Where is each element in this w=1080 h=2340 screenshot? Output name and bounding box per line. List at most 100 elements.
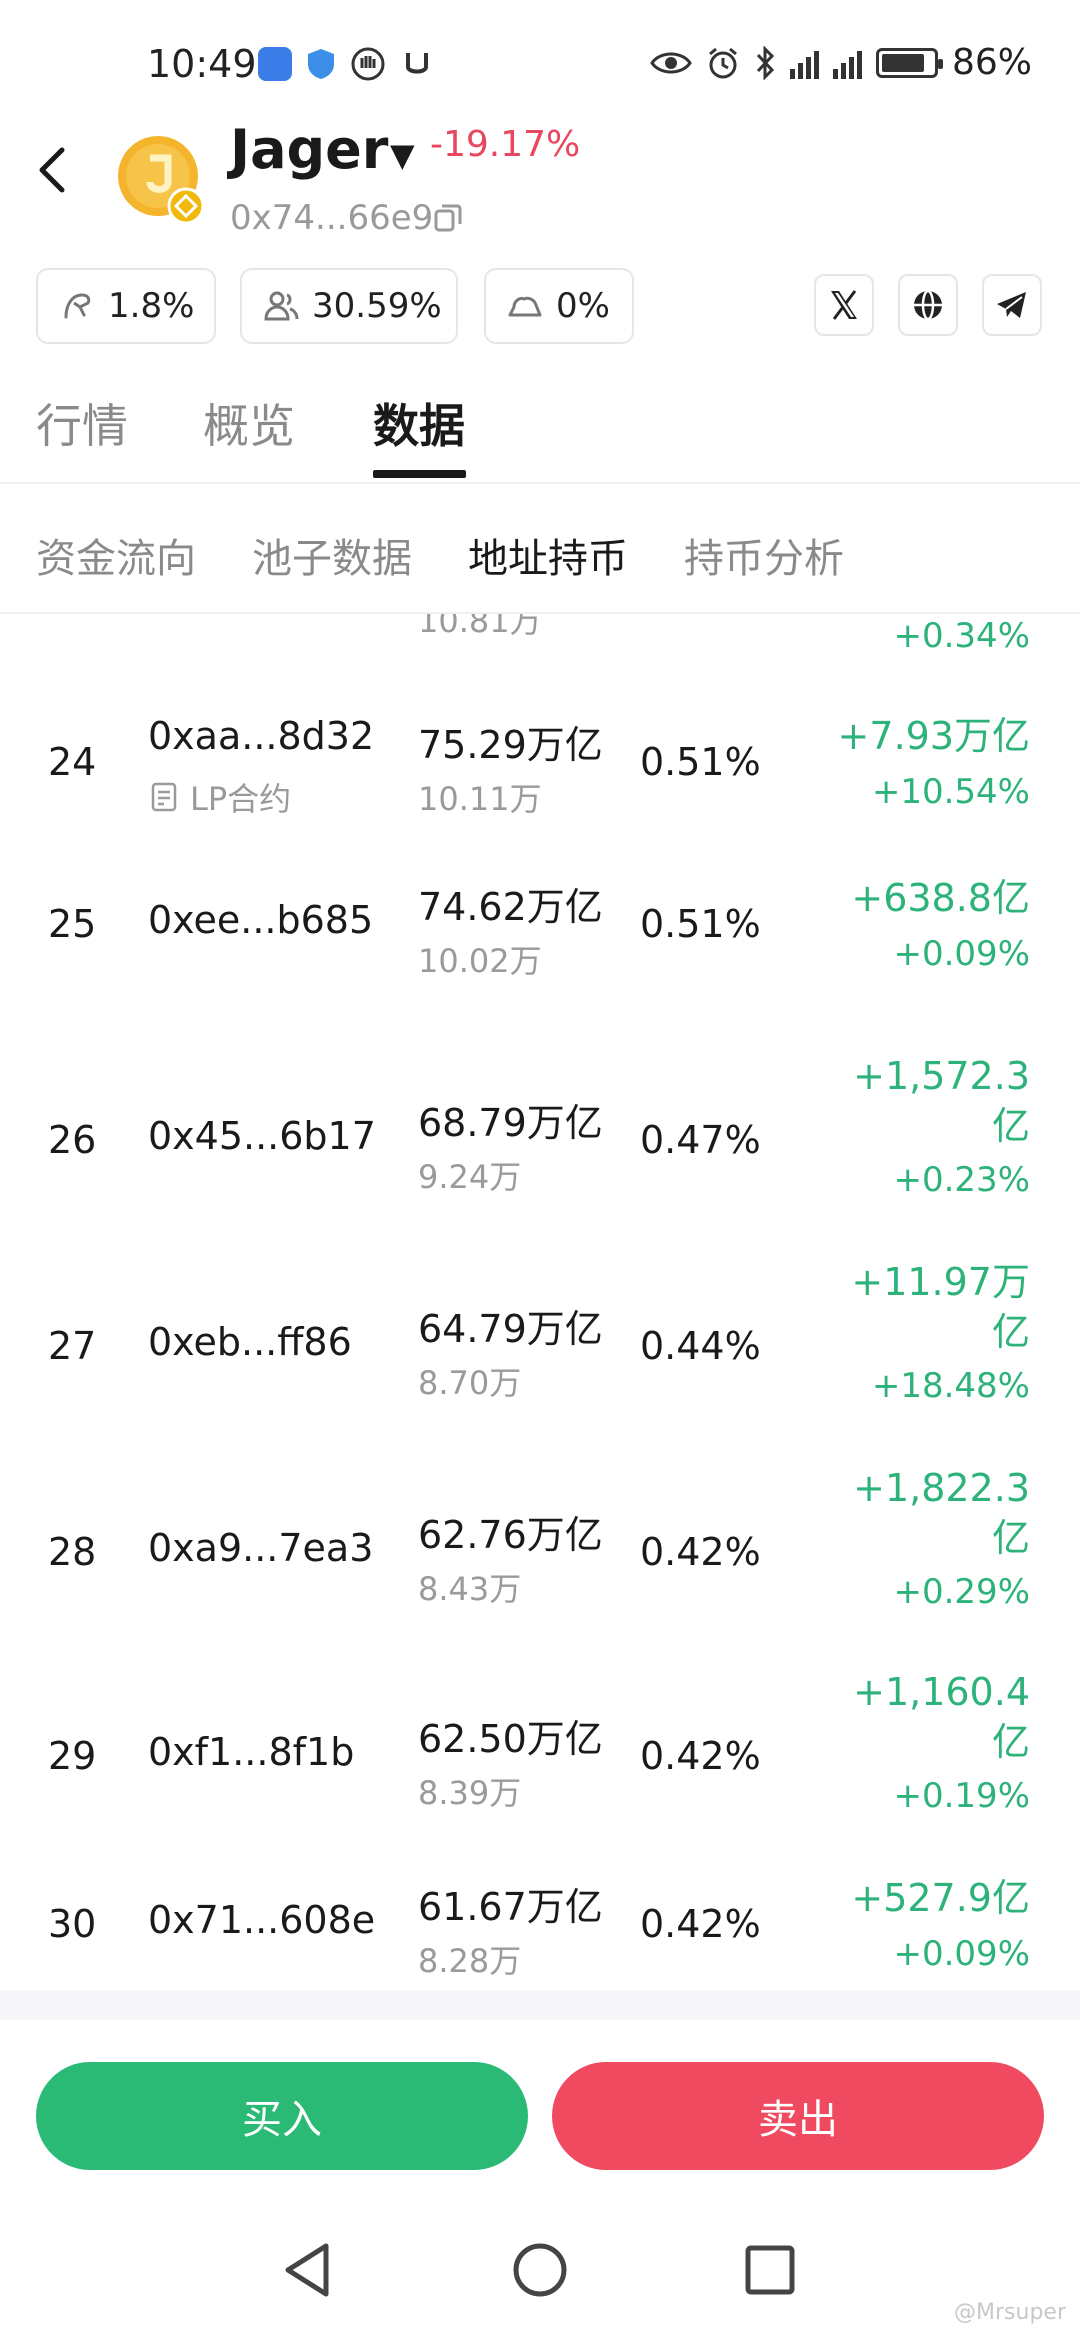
row-rank: 28	[48, 1530, 97, 1574]
cloud-hat-icon	[508, 296, 542, 317]
row-address[interactable]: 0xeb...ff86	[148, 1320, 352, 1364]
row-rank: 29	[48, 1734, 97, 1778]
row-amount: 68.79万亿	[418, 1101, 603, 1145]
row-address[interactable]: 0x45...6b17	[148, 1114, 376, 1158]
row-share: 0.47%	[640, 1118, 761, 1162]
nav-recents-icon[interactable]	[742, 2240, 798, 2300]
row-rank: 26	[48, 1118, 97, 1162]
stat-value-3: 0%	[556, 286, 610, 326]
table-bottom-shadow	[0, 1990, 1080, 2020]
lp-contract-label: LP合约	[190, 780, 292, 818]
row-change-pct: +0.09%	[893, 1934, 1031, 1974]
token-name[interactable]: Jager	[230, 118, 388, 181]
copy-icon[interactable]	[432, 202, 464, 234]
x-twitter-button[interactable]	[814, 274, 874, 336]
row-change-pct: +0.29%	[893, 1572, 1031, 1612]
row-qty: 8.43万	[418, 1570, 522, 1608]
row-qty: 9.24万	[418, 1158, 522, 1196]
row-amount: 61.67万亿	[418, 1885, 603, 1929]
telegram-button[interactable]	[982, 274, 1042, 336]
holders-table: 10.81万 +0.34% 24 0xaa...8d32 LP合约 75.29万…	[0, 614, 1080, 2019]
battery-level-fill	[881, 53, 925, 72]
status-time: 10:49	[147, 42, 257, 86]
row-address[interactable]: 0x71...608e	[148, 1898, 375, 1942]
signal-4g-2-icon	[832, 47, 862, 79]
row-amount: 62.50万亿	[418, 1717, 603, 1761]
buy-button[interactable]: 买入	[36, 2062, 528, 2170]
website-button[interactable]	[898, 274, 958, 336]
nav-back-icon[interactable]	[280, 2240, 336, 2300]
row-rank: 30	[48, 1902, 97, 1946]
buy-label: 买入	[242, 2097, 322, 2143]
row-rank: 24	[48, 740, 97, 784]
tab-divider	[0, 482, 1080, 484]
table-row[interactable]: 28 0xa9...7ea3 62.76万亿 8.43万 0.42% +1,82…	[0, 1446, 1080, 1626]
row-share: 0.42%	[640, 1530, 761, 1574]
hand-icon	[351, 47, 385, 81]
subtab-address-holdings[interactable]: 地址持币	[468, 526, 628, 584]
row-amount: 62.76万亿	[418, 1513, 603, 1557]
table-row[interactable]: 25 0xee...b685 74.62万亿 10.02万 0.51% +638…	[0, 876, 1080, 1006]
row-qty: 10.11万	[418, 780, 542, 818]
battery-percent: 86%	[951, 42, 1032, 83]
signal-4g-1-icon	[789, 47, 819, 79]
watermark: @Mrsuper	[954, 2300, 1066, 2325]
app-page: 10:49 86% Jager ▼ -19.17% 0x74...66e9 1.…	[0, 0, 1080, 2340]
row-address[interactable]: 0xee...b685	[148, 898, 373, 942]
table-row[interactable]: 24 0xaa...8d32 LP合约 75.29万亿 10.11万 0.51%…	[0, 714, 1080, 844]
row-change-pct: +0.19%	[893, 1776, 1031, 1816]
row-qty: 8.70万	[418, 1364, 522, 1402]
stat-chip-2[interactable]: 30.59%	[240, 268, 458, 344]
nav-home-icon[interactable]	[510, 2240, 570, 2300]
row-amount: 64.79万亿	[418, 1307, 603, 1351]
row-change-amount: +1,822.3	[853, 1466, 1030, 1510]
token-dropdown-arrow[interactable]: ▼	[390, 136, 415, 174]
alarm-icon	[709, 47, 737, 78]
stat-value-2: 30.59%	[312, 286, 442, 326]
back-arrow-icon	[39, 147, 65, 193]
notification-icons	[258, 46, 434, 82]
subtab-holding-analysis[interactable]: 持币分析	[684, 526, 844, 584]
row-rank: 25	[48, 902, 97, 946]
row-change-unit: 亿	[991, 1104, 1030, 1148]
row-change-pct: +0.23%	[893, 1160, 1031, 1200]
back-button[interactable]	[28, 140, 78, 200]
row-change-pct: +0.09%	[893, 934, 1031, 974]
row-change-pct: +10.54%	[871, 772, 1030, 812]
table-row[interactable]: 26 0x45...6b17 68.79万亿 9.24万 0.47% +1,57…	[0, 1034, 1080, 1214]
subtab-pool-data[interactable]: 池子数据	[252, 526, 412, 584]
tab-data[interactable]: 数据	[373, 390, 465, 456]
app-u-icon	[406, 53, 428, 74]
row-change-pct: +0.34%	[893, 616, 1031, 656]
row-change-amount: +527.9亿	[851, 1876, 1030, 1920]
stat-chip-3[interactable]: 0%	[484, 268, 634, 344]
token-logo	[110, 130, 210, 230]
row-qty: 8.39万	[418, 1774, 522, 1812]
row-share: 0.42%	[640, 1734, 761, 1778]
row-rank: 27	[48, 1324, 97, 1368]
subtab-fund-flow[interactable]: 资金流向	[36, 526, 196, 584]
table-row[interactable]: 30 0x71...608e 61.67万亿 8.28万 0.42% +527.…	[0, 1876, 1080, 2006]
eye-icon	[650, 52, 692, 73]
row-change-unit: 亿	[991, 1310, 1030, 1354]
stat-chip-1[interactable]: 1.8%	[36, 268, 216, 344]
row-change-pct: +18.48%	[871, 1366, 1030, 1406]
globe-icon	[914, 289, 942, 321]
sell-label: 卖出	[758, 2097, 838, 2143]
status-right: 86%	[650, 42, 1032, 83]
row-address[interactable]: 0xf1...8f1b	[148, 1730, 354, 1774]
tab-market[interactable]: 行情	[36, 390, 128, 456]
row-qty: 8.28万	[418, 1942, 522, 1980]
app-notification-icon	[258, 47, 292, 81]
row-change-amount: +11.97万	[851, 1260, 1030, 1304]
tab-overview[interactable]: 概览	[203, 390, 295, 456]
sell-button[interactable]: 卖出	[552, 2062, 1044, 2170]
shield-icon	[308, 49, 334, 79]
row-address[interactable]: 0xa9...7ea3	[148, 1526, 373, 1570]
row-share: 0.51%	[640, 902, 761, 946]
table-row[interactable]: 27 0xeb...ff86 64.79万亿 8.70万 0.44% +11.9…	[0, 1240, 1080, 1420]
table-row[interactable]: 29 0xf1...8f1b 62.50万亿 8.39万 0.42% +1,16…	[0, 1650, 1080, 1830]
battery-icon	[875, 47, 943, 78]
row-address[interactable]: 0xaa...8d32	[148, 714, 374, 758]
row-change-unit: 亿	[991, 1720, 1030, 1764]
